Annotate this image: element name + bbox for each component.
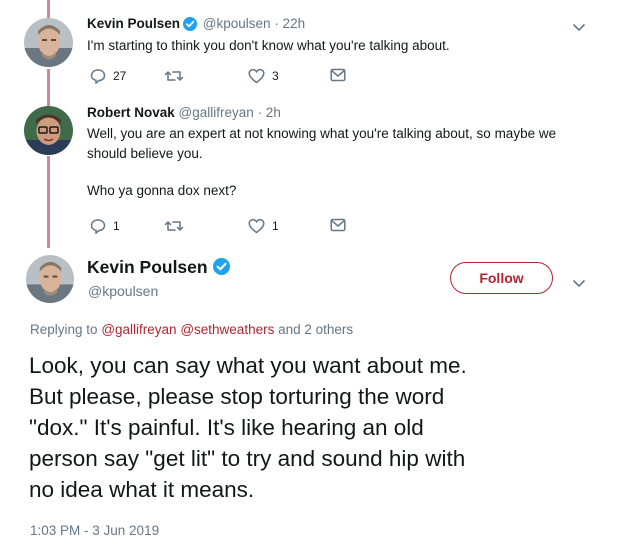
replying-to: Replying to @gallifreyan @sethweathers a…	[30, 322, 353, 337]
like-count: 1	[272, 219, 279, 233]
reply-button[interactable]: 1	[90, 218, 120, 234]
display-name[interactable]: Kevin Poulsen	[87, 16, 180, 31]
tweet-text-line: But please, please stop torturing the wo…	[29, 384, 445, 409]
main-tweet-text: Look, you can say what you want about me…	[29, 350, 599, 505]
tweet-actions: 1 1	[90, 218, 350, 238]
avatar[interactable]	[24, 106, 73, 155]
replying-others[interactable]: and 2 others	[278, 322, 353, 337]
verified-icon	[183, 17, 198, 36]
avatar[interactable]	[24, 18, 73, 67]
like-icon	[248, 68, 265, 84]
tweet-time[interactable]: · 22h	[274, 16, 305, 31]
timestamp[interactable]: 1:03 PM - 3 Jun 2019	[30, 523, 159, 538]
thread-line-top	[47, 0, 50, 18]
tweet-header: Robert Novak @gallifreyan · 2h	[87, 104, 281, 122]
tweet-time[interactable]: · 2h	[258, 105, 281, 120]
direct-message-icon	[330, 218, 346, 232]
tweet-text-line: Who ya gonna dox next?	[87, 183, 237, 198]
like-button[interactable]: 3	[248, 68, 279, 84]
display-name[interactable]: Kevin Poulsen	[87, 257, 232, 280]
chevron-down-icon[interactable]	[572, 276, 586, 294]
avatar[interactable]	[26, 255, 74, 303]
reply-icon	[90, 69, 106, 84]
retweet-button[interactable]	[164, 68, 184, 84]
tweet-text-line	[87, 164, 556, 181]
tweet-text: Well, you are an expert at not knowing w…	[87, 124, 556, 201]
replying-prefix: Replying to	[30, 322, 98, 337]
tweet-text-line: no idea what it means.	[29, 477, 255, 502]
verified-icon	[212, 258, 230, 280]
thread-line-2	[47, 156, 50, 248]
retweet-icon	[164, 71, 184, 81]
like-icon	[248, 218, 265, 234]
username[interactable]: @kpoulsen	[203, 16, 271, 31]
mention-link[interactable]: @gallifreyan	[101, 322, 176, 337]
display-name-text: Kevin Poulsen	[87, 257, 208, 277]
mention-link[interactable]: @sethweathers	[180, 322, 274, 337]
username[interactable]: @kpoulsen	[88, 283, 158, 299]
tweet-text-line: Well, you are an expert at not knowing w…	[87, 126, 557, 141]
username[interactable]: @gallifreyan	[179, 105, 254, 120]
reply-icon	[90, 219, 106, 234]
follow-button[interactable]: Follow	[450, 262, 553, 294]
tweet-text-line: should believe you.	[87, 146, 203, 161]
tweet-text: I'm starting to think you don't know wha…	[87, 38, 450, 53]
reply-count: 27	[113, 69, 127, 83]
like-count: 3	[272, 69, 279, 83]
like-button[interactable]: 1	[248, 218, 279, 234]
reply-button[interactable]: 27	[90, 68, 126, 84]
retweet-button[interactable]	[164, 218, 184, 234]
tweet-text-line: person say "get lit" to try and sound hi…	[29, 446, 466, 471]
tweet-actions: 27 3	[90, 68, 350, 88]
retweet-icon	[164, 221, 184, 231]
chevron-down-icon[interactable]	[572, 20, 586, 38]
message-button[interactable]	[330, 218, 346, 232]
reply-count: 1	[113, 219, 120, 233]
direct-message-icon	[330, 68, 346, 82]
message-button[interactable]	[330, 68, 346, 82]
tweet-text-line: "dox." It's painful. It's like hearing a…	[29, 415, 424, 440]
tweet-text-line: Look, you can say what you want about me…	[29, 353, 467, 378]
thread-line-1	[47, 69, 50, 106]
tweet-header: Kevin Poulsen @kpoulsen · 22h	[87, 15, 305, 36]
display-name[interactable]: Robert Novak	[87, 105, 175, 120]
